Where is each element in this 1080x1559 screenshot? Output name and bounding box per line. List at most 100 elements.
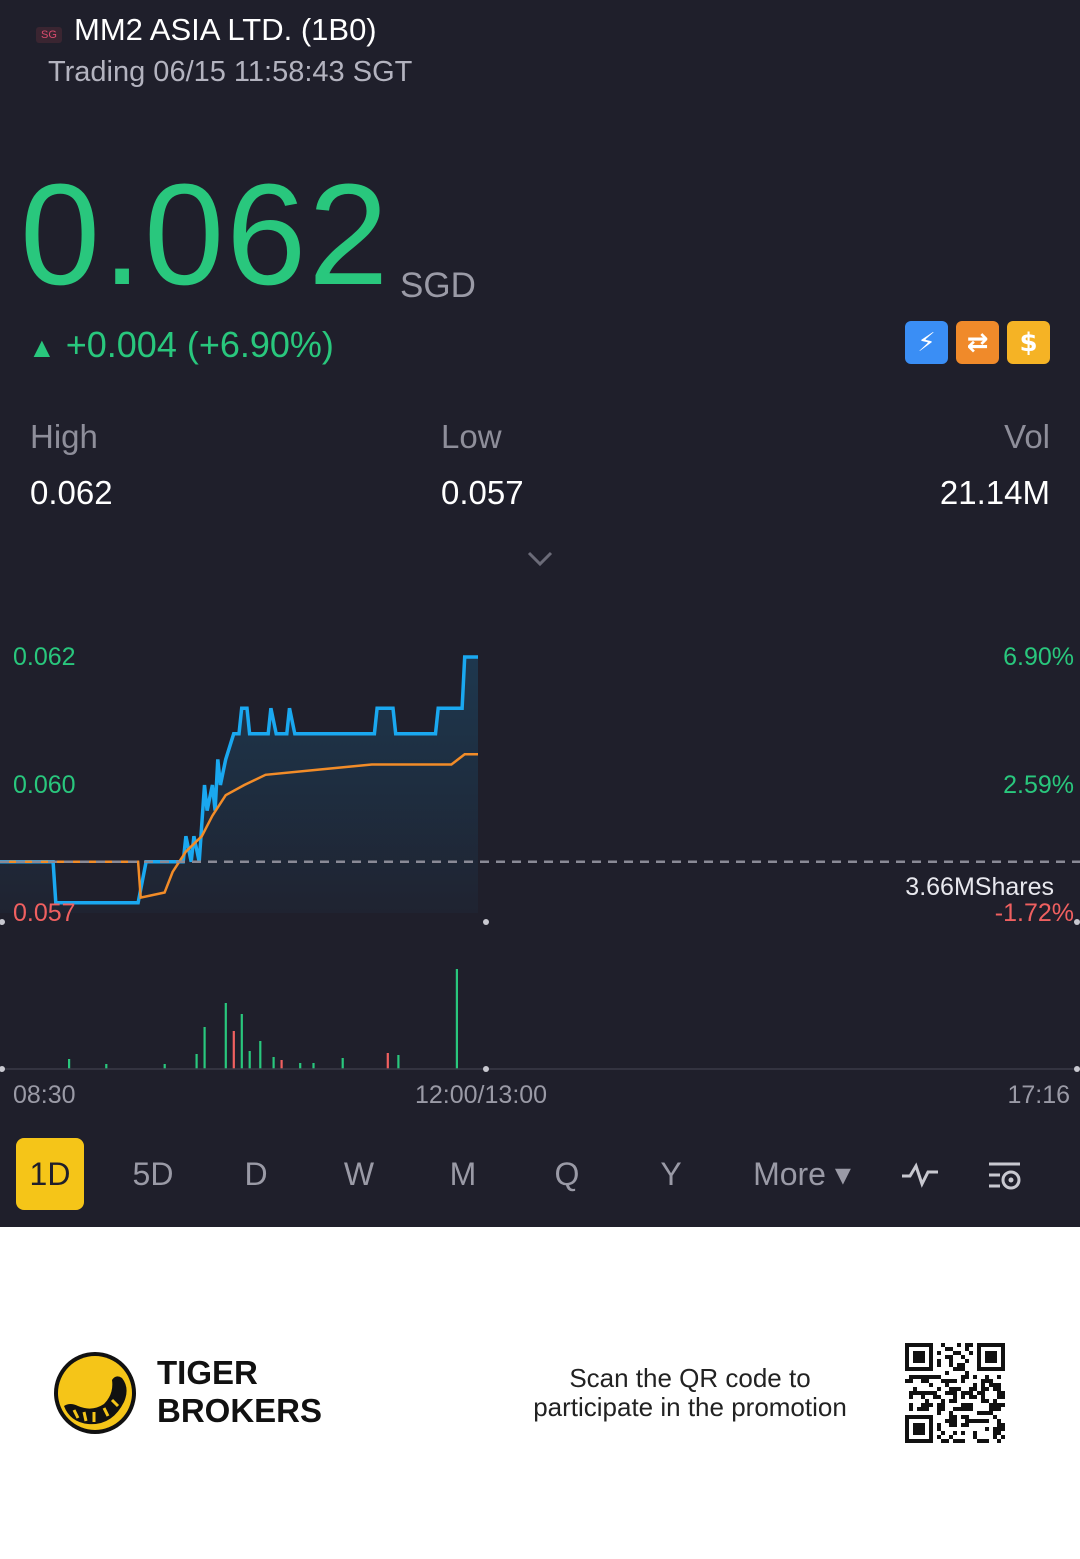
qr-module <box>921 1379 925 1383</box>
qr-module <box>949 1355 953 1359</box>
qr-module <box>961 1407 965 1411</box>
qr-module <box>921 1391 925 1395</box>
pct-label-mid: 2.59% <box>1003 771 1074 799</box>
dollar-icon[interactable]: $ <box>1007 321 1050 364</box>
intraday-chart[interactable] <box>0 620 1080 1120</box>
qr-module <box>953 1419 957 1423</box>
qr-module <box>953 1379 957 1383</box>
qr-module <box>993 1407 997 1411</box>
chart-settings-icon[interactable] <box>986 1158 1026 1192</box>
qr-module <box>941 1399 945 1403</box>
qr-module <box>957 1351 961 1355</box>
feature-badges: ⚡ ⇄ $ <box>905 321 1050 364</box>
qr-module <box>989 1383 993 1387</box>
qr-module <box>913 1387 917 1391</box>
volume-bar <box>397 1055 400 1069</box>
qr-module <box>981 1395 985 1399</box>
low-value: 0.057 <box>441 474 524 511</box>
tab-1d[interactable]: 1D <box>16 1138 84 1210</box>
swap-icon[interactable]: ⇄ <box>956 321 999 364</box>
qr-module <box>953 1407 957 1411</box>
qr-module <box>945 1379 949 1383</box>
qr-module <box>961 1403 965 1407</box>
qr-module <box>997 1427 1001 1431</box>
qr-module <box>929 1391 933 1395</box>
qr-module <box>973 1387 977 1391</box>
qr-module <box>937 1407 941 1411</box>
qr-module <box>921 1403 925 1407</box>
volume-bar <box>248 1051 251 1069</box>
qr-module <box>961 1375 965 1379</box>
vol-value: 21.14M <box>939 474 1050 511</box>
qr-module <box>945 1383 949 1387</box>
brand-line-2: BROKERS <box>157 1392 323 1429</box>
indicator-icon[interactable] <box>900 1158 940 1190</box>
pct-label-low: -1.72% <box>994 899 1074 927</box>
qr-module <box>937 1411 941 1415</box>
tab-quarter[interactable]: Q <box>537 1138 597 1210</box>
qr-module <box>993 1415 997 1419</box>
qr-module <box>949 1419 953 1423</box>
qr-module <box>945 1355 949 1359</box>
qr-module <box>961 1431 965 1435</box>
volume-bar <box>280 1060 283 1069</box>
volume-bar <box>312 1063 315 1069</box>
qr-module <box>929 1375 933 1379</box>
qr-module <box>949 1387 953 1391</box>
qr-module <box>1001 1395 1005 1399</box>
tab-year[interactable]: Y <box>641 1138 701 1210</box>
qr-module <box>913 1375 917 1379</box>
tab-more[interactable]: More ▾ <box>742 1138 862 1210</box>
qr-module <box>945 1419 949 1423</box>
qr-module <box>961 1395 965 1399</box>
lightning-icon[interactable]: ⚡ <box>905 321 948 364</box>
qr-module <box>917 1391 921 1395</box>
qr-module <box>1001 1435 1005 1439</box>
volume-bar <box>232 1031 235 1069</box>
x-label-lunch: 12:00/13:00 <box>415 1081 548 1109</box>
qr-module <box>937 1387 941 1391</box>
tab-5d[interactable]: 5D <box>113 1138 193 1210</box>
tab-day[interactable]: D <box>226 1138 286 1210</box>
qr-module <box>985 1387 989 1391</box>
x-label-close: 17:16 <box>1007 1081 1070 1109</box>
qr-module <box>977 1391 981 1395</box>
y-label-low: 0.057 <box>13 899 76 927</box>
low-label: Low <box>441 418 502 455</box>
volume-bar <box>455 969 458 1069</box>
volume-bar <box>240 1014 243 1069</box>
qr-finder <box>985 1351 997 1363</box>
qr-module <box>949 1347 953 1351</box>
qr-module <box>977 1439 981 1443</box>
qr-module <box>949 1411 953 1415</box>
qr-module <box>937 1423 941 1427</box>
qr-module <box>949 1359 953 1363</box>
qr-module <box>973 1419 977 1423</box>
tab-week[interactable]: W <box>329 1138 389 1210</box>
last-price: 0.062 <box>20 154 391 315</box>
qr-module <box>925 1407 929 1411</box>
qr-module <box>933 1375 937 1379</box>
qr-code[interactable] <box>905 1343 1005 1443</box>
qr-module <box>921 1407 925 1411</box>
qr-module <box>985 1411 989 1415</box>
qr-module <box>909 1391 913 1395</box>
price-change: ▲ +0.004 (+6.90%) <box>28 324 334 366</box>
qr-module <box>953 1431 957 1435</box>
axis-dot <box>483 1066 489 1072</box>
qr-module <box>945 1391 949 1395</box>
qr-module <box>937 1435 941 1439</box>
qr-module <box>985 1379 989 1383</box>
tab-month[interactable]: M <box>433 1138 493 1210</box>
qr-finder <box>913 1351 925 1363</box>
tiger-logo <box>54 1352 136 1434</box>
brand-line-1: TIGER <box>157 1354 258 1391</box>
chevron-down-icon[interactable] <box>527 549 553 569</box>
qr-module <box>993 1399 997 1403</box>
qr-module <box>965 1371 969 1375</box>
qr-module <box>997 1387 1001 1391</box>
qr-module <box>981 1387 985 1391</box>
qr-module <box>981 1439 985 1443</box>
axis-dot <box>1074 1066 1080 1072</box>
qr-module <box>937 1351 941 1355</box>
